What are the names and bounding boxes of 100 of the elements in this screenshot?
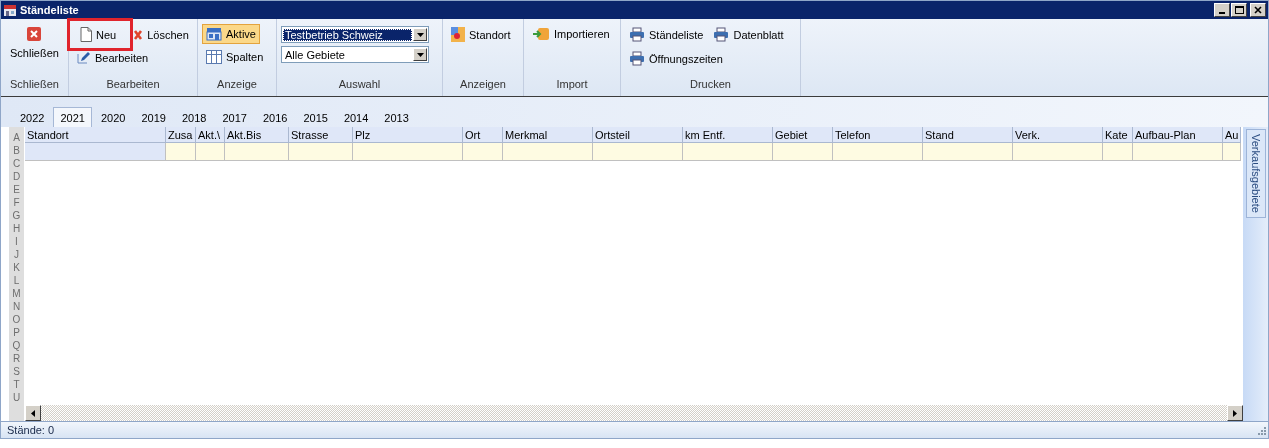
- table-cell[interactable]: [1013, 143, 1103, 161]
- index-letter[interactable]: K: [13, 261, 20, 274]
- dropdown[interactable]: Testbetrieb Schweiz: [281, 26, 429, 43]
- table-cell[interactable]: [1103, 143, 1133, 161]
- index-letter[interactable]: D: [12, 170, 21, 183]
- index-letter[interactable]: Q: [12, 339, 21, 352]
- delete-icon: [133, 28, 144, 41]
- year-tab[interactable]: 2020: [93, 107, 133, 127]
- year-tab[interactable]: 2017: [215, 107, 254, 127]
- table-cell[interactable]: [1133, 143, 1223, 161]
- table-cell[interactable]: [463, 143, 503, 161]
- index-letter[interactable]: S: [13, 365, 20, 378]
- year-tab[interactable]: 2022: [13, 107, 52, 127]
- column-header[interactable]: Plz: [353, 127, 463, 143]
- column-header[interactable]: Stand: [923, 127, 1013, 143]
- status-text: Stände: 0: [7, 424, 55, 436]
- year-tab[interactable]: 2014: [336, 107, 376, 127]
- year-tab[interactable]: 2015: [296, 107, 335, 127]
- index-letter[interactable]: L: [13, 274, 20, 287]
- active-button[interactable]: Aktive: [202, 24, 260, 44]
- column-header[interactable]: Ortsteil: [593, 127, 683, 143]
- close-button[interactable]: [1250, 3, 1266, 17]
- index-letter[interactable]: E: [13, 183, 20, 196]
- table-cell[interactable]: [833, 143, 923, 161]
- table-cell[interactable]: [593, 143, 683, 161]
- column-header[interactable]: Akt.\: [196, 127, 225, 143]
- resize-grip-icon[interactable]: [1256, 425, 1266, 435]
- delete-button[interactable]: Löschen: [129, 24, 193, 45]
- column-header[interactable]: Merkmal: [503, 127, 593, 143]
- index-letter[interactable]: A: [13, 131, 20, 144]
- column-header[interactable]: Akt.Bis: [225, 127, 289, 143]
- column-header[interactable]: Verk.: [1013, 127, 1103, 143]
- horizontal-scrollbar[interactable]: [25, 405, 1243, 421]
- column-header[interactable]: Strasse: [289, 127, 353, 143]
- printer-icon: [629, 27, 645, 42]
- index-letter[interactable]: U: [12, 391, 21, 404]
- map-icon: [451, 27, 465, 42]
- maximize-icon: [1234, 6, 1244, 14]
- caret-icon: [416, 52, 424, 57]
- column-header[interactable]: km Entf.: [683, 127, 773, 143]
- column-header[interactable]: Gebiet: [773, 127, 833, 143]
- column-header[interactable]: Aufbau-Plan: [1133, 127, 1223, 143]
- scroll-right-button[interactable]: [1227, 405, 1243, 421]
- year-tab[interactable]: 2016: [255, 107, 295, 127]
- close-icon: [27, 27, 42, 41]
- table-cell[interactable]: [923, 143, 1013, 161]
- index-letter[interactable]: O: [12, 313, 21, 326]
- column-header[interactable]: Au: [1223, 127, 1241, 143]
- table-cell[interactable]: [683, 143, 773, 161]
- window-title: Ständeliste: [20, 4, 79, 16]
- side-tab[interactable]: Verkaufsgebiete: [1245, 129, 1266, 218]
- table-cell[interactable]: [503, 143, 593, 161]
- column-header[interactable]: Telefon: [833, 127, 923, 143]
- column-header[interactable]: Zusa: [166, 127, 196, 143]
- table-cell[interactable]: [225, 143, 289, 161]
- group-label: Bearbeiten: [105, 78, 161, 92]
- index-letter[interactable]: H: [12, 222, 21, 235]
- table-cell[interactable]: [25, 143, 166, 161]
- print-button[interactable]: Ständeliste: [625, 24, 708, 45]
- column-header[interactable]: Ort: [463, 127, 503, 143]
- year-tab[interactable]: 2018: [174, 107, 214, 127]
- scroll-left-button[interactable]: [25, 405, 41, 421]
- group-label: Auswahl: [337, 78, 382, 92]
- year-tab[interactable]: 2013: [377, 107, 416, 127]
- index-letter[interactable]: J: [14, 248, 19, 261]
- columns-button[interactable]: Spalten: [202, 47, 268, 67]
- table-cell[interactable]: [773, 143, 833, 161]
- index-letter[interactable]: B: [13, 144, 20, 157]
- table-cell[interactable]: [196, 143, 225, 161]
- year-tab[interactable]: 2021: [53, 107, 92, 127]
- maximize-button[interactable]: [1231, 3, 1247, 17]
- index-letter[interactable]: I: [15, 235, 18, 248]
- import-button[interactable]: Importieren: [528, 24, 614, 44]
- edit-button[interactable]: Bearbeiten: [73, 48, 153, 67]
- shop-icon: [206, 27, 222, 41]
- index-letter[interactable]: R: [12, 352, 21, 365]
- new-button[interactable]: Neu: [73, 24, 128, 45]
- table-cell[interactable]: [289, 143, 353, 161]
- index-letter[interactable]: T: [13, 378, 20, 391]
- table-cell[interactable]: [353, 143, 463, 161]
- index-letter[interactable]: P: [13, 326, 20, 339]
- table-cell[interactable]: [166, 143, 196, 161]
- column-header[interactable]: Standort: [25, 127, 166, 143]
- table-cell[interactable]: [1223, 143, 1241, 161]
- column-header[interactable]: Kate: [1103, 127, 1133, 143]
- close-button[interactable]: Schließen: [8, 24, 61, 78]
- index-letter[interactable]: F: [13, 196, 20, 209]
- document-icon: [80, 27, 92, 42]
- right-arrow-icon: [1233, 409, 1237, 417]
- index-letter[interactable]: G: [12, 209, 21, 222]
- dropdown[interactable]: Alle Gebiete: [281, 46, 429, 63]
- location-button[interactable]: Standort: [447, 24, 515, 45]
- print-button[interactable]: Datenblatt: [709, 24, 788, 45]
- index-letter[interactable]: N: [12, 300, 21, 313]
- index-letter[interactable]: M: [12, 287, 21, 300]
- year-tab[interactable]: 2019: [134, 107, 173, 127]
- index-letter[interactable]: C: [12, 157, 21, 170]
- minimize-button[interactable]: [1214, 3, 1230, 17]
- print-button[interactable]: Öffnungszeiten: [625, 48, 727, 69]
- import-icon: [532, 27, 550, 41]
